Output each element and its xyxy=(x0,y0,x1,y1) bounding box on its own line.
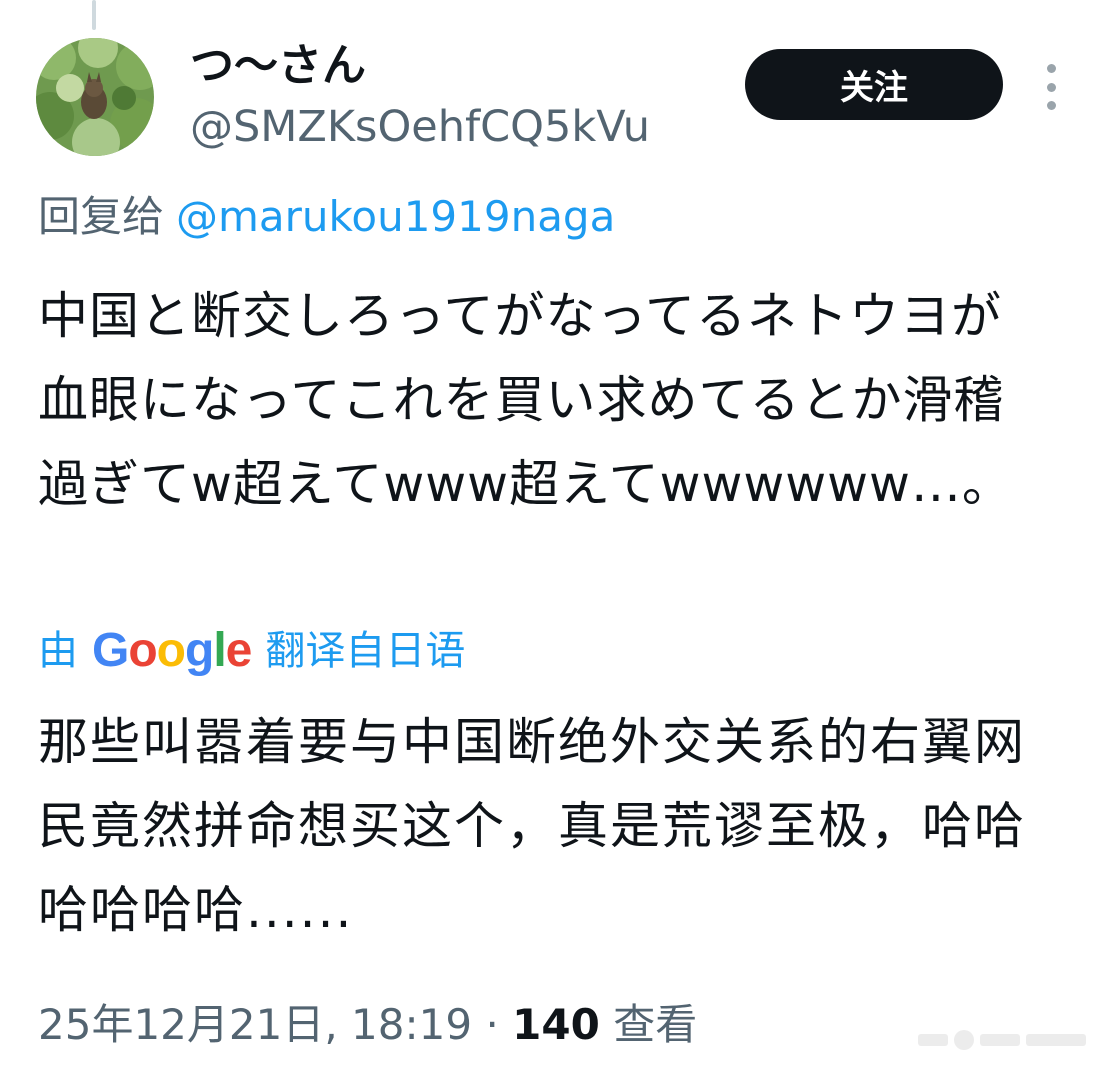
follow-button[interactable]: 关注 xyxy=(745,49,1003,120)
more-dot xyxy=(1046,82,1056,92)
thread-connector-line xyxy=(92,0,96,30)
watermark-graphic xyxy=(918,1030,1086,1050)
more-dot xyxy=(1046,101,1056,110)
tweet-meta: 25年12月21日, 18:19 · 140 查看 xyxy=(38,994,697,1056)
views-label: 查看 xyxy=(613,1000,698,1049)
more-vertical-icon[interactable] xyxy=(1036,64,1066,110)
google-logo: Google xyxy=(92,624,252,677)
tweet-text: 中国と断交しろってがなってるネトウヨが血眼になってこれを買い求めてるとか滑稽過ぎ… xyxy=(38,287,1013,513)
translation-prefix: 由 xyxy=(38,628,78,674)
more-dot xyxy=(1046,64,1056,73)
reply-context: 回复给 @marukou1919naga xyxy=(38,188,615,246)
meta-separator: · xyxy=(485,1000,499,1049)
views-count: 140 xyxy=(512,1000,600,1049)
translated-text: 那些叫嚣着要与中国断绝外交关系的右翼网民竟然拼命想买这个，真是荒谬至极，哈哈哈哈… xyxy=(38,713,1026,939)
user-handle[interactable]: @SMZKsOehfCQ5kVu xyxy=(190,98,650,156)
avatar[interactable] xyxy=(36,38,154,156)
translation-suffix: 翻译自日语 xyxy=(265,628,466,674)
reply-prefix: 回复给 xyxy=(38,192,165,241)
timestamp[interactable]: 25年12月21日, 18:19 xyxy=(38,1000,472,1049)
reply-mention-link[interactable]: @marukou1919naga xyxy=(176,192,615,241)
translation-attribution[interactable]: 由 Google 翻译自日语 xyxy=(38,622,465,680)
avatar-image xyxy=(36,38,154,156)
display-name[interactable]: つ〜さん xyxy=(190,36,366,96)
